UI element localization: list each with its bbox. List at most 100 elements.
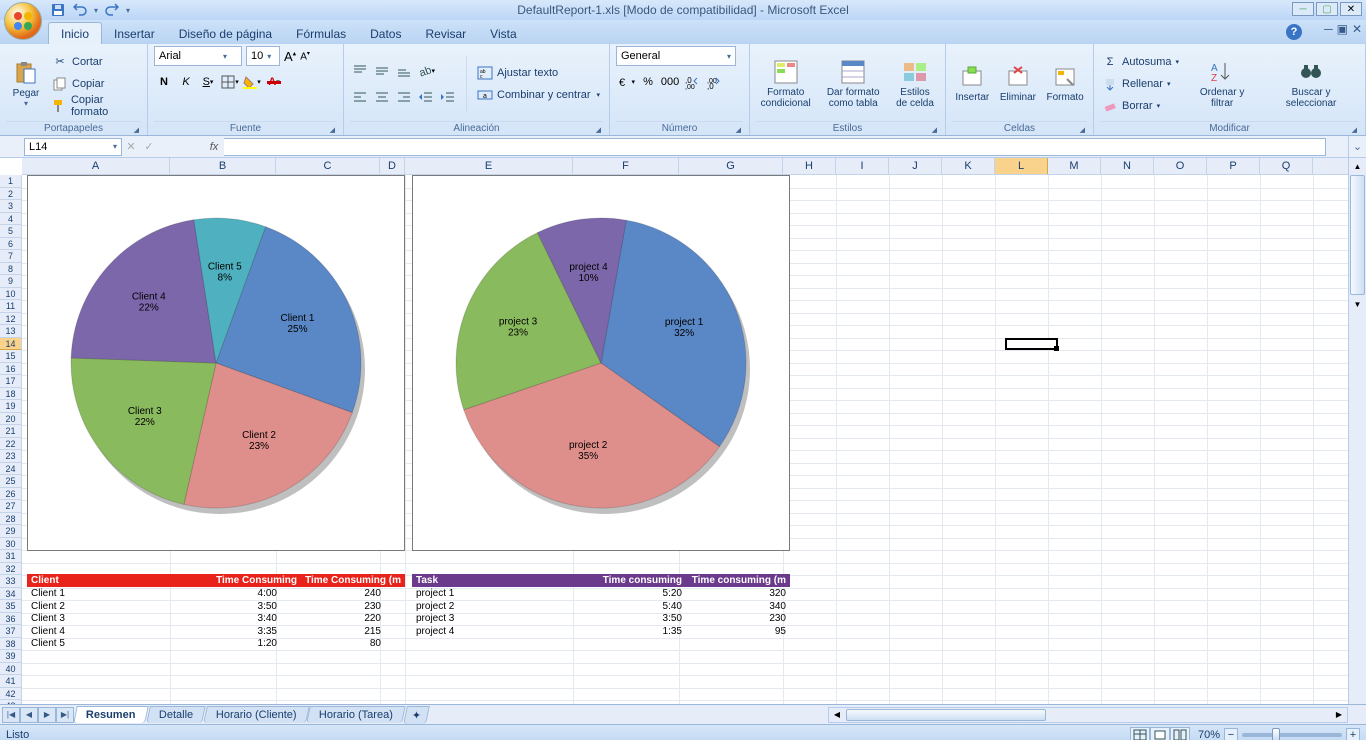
decrease-indent-icon[interactable] bbox=[416, 87, 436, 107]
bold-icon[interactable]: N bbox=[154, 72, 174, 92]
office-button[interactable] bbox=[4, 2, 42, 40]
row-header[interactable]: 7 bbox=[0, 250, 21, 263]
zoom-thumb[interactable] bbox=[1272, 728, 1280, 740]
row-header[interactable]: 3 bbox=[0, 200, 21, 213]
row-header[interactable]: 22 bbox=[0, 438, 21, 451]
format-painter-button[interactable]: Copiar formato bbox=[50, 96, 141, 116]
row-header[interactable]: 30 bbox=[0, 538, 21, 551]
column-header[interactable]: E bbox=[405, 158, 573, 174]
undo-icon[interactable] bbox=[72, 2, 88, 18]
increase-indent-icon[interactable] bbox=[438, 87, 458, 107]
fill-button[interactable]: Rellenar▾ bbox=[1100, 74, 1181, 94]
row-header[interactable]: 18 bbox=[0, 388, 21, 401]
row-header[interactable]: 41 bbox=[0, 675, 21, 688]
column-header[interactable]: O bbox=[1154, 158, 1207, 174]
row-header[interactable]: 6 bbox=[0, 238, 21, 251]
underline-icon[interactable]: S▾ bbox=[198, 72, 218, 92]
sheet-tab-horario-tarea[interactable]: Horario (Tarea) bbox=[307, 706, 407, 723]
conditional-format-button[interactable]: Formato condicional bbox=[756, 50, 815, 118]
align-top-icon[interactable] bbox=[350, 61, 370, 81]
sheet-tab-resumen[interactable]: Resumen bbox=[73, 706, 148, 723]
column-header[interactable]: Q bbox=[1260, 158, 1313, 174]
sort-filter-button[interactable]: AZOrdenar y filtrar bbox=[1185, 50, 1259, 118]
scroll-right-icon[interactable]: ▶ bbox=[1331, 708, 1347, 722]
row-header[interactable]: 11 bbox=[0, 300, 21, 313]
merge-center-button[interactable]: aCombinar y centrar▾ bbox=[475, 85, 602, 105]
zoom-in-button[interactable]: + bbox=[1346, 728, 1360, 740]
row-header[interactable]: 28 bbox=[0, 513, 21, 526]
scroll-down-icon[interactable]: ▼ bbox=[1349, 296, 1366, 312]
decrease-decimal-icon[interactable]: ,00,0 bbox=[704, 72, 724, 92]
horizontal-scrollbar[interactable]: ◀ ▶ bbox=[828, 707, 1348, 723]
row-header[interactable]: 1 bbox=[0, 175, 21, 188]
column-header[interactable]: F bbox=[573, 158, 679, 174]
column-header[interactable]: I bbox=[836, 158, 889, 174]
row-header[interactable]: 40 bbox=[0, 663, 21, 676]
row-header[interactable]: 37 bbox=[0, 625, 21, 638]
zoom-slider[interactable] bbox=[1242, 733, 1342, 737]
row-header[interactable]: 8 bbox=[0, 263, 21, 276]
row-header[interactable]: 10 bbox=[0, 288, 21, 301]
row-header[interactable]: 13 bbox=[0, 325, 21, 338]
column-header[interactable]: G bbox=[679, 158, 783, 174]
delete-button[interactable]: Eliminar bbox=[997, 50, 1040, 118]
row-header[interactable]: 29 bbox=[0, 525, 21, 538]
workbook-restore-icon[interactable]: ▣ bbox=[1337, 22, 1348, 36]
new-sheet-button[interactable]: ✦ bbox=[404, 706, 431, 724]
sheet-nav-prev-icon[interactable]: ◀ bbox=[20, 707, 38, 723]
close-button[interactable]: ✕ bbox=[1340, 2, 1362, 16]
chart-projects[interactable]: project 132%project 235%project 323%proj… bbox=[412, 175, 790, 551]
percent-icon[interactable]: % bbox=[638, 72, 658, 92]
column-header[interactable]: M bbox=[1048, 158, 1101, 174]
tab-revisar[interactable]: Revisar bbox=[413, 23, 478, 44]
copy-button[interactable]: Copiar bbox=[50, 74, 141, 94]
sheet-nav-last-icon[interactable]: ▶| bbox=[56, 707, 74, 723]
row-header[interactable]: 14 bbox=[0, 338, 21, 351]
wrap-text-button[interactable]: abcAjustar texto bbox=[475, 63, 602, 83]
workbook-close-icon[interactable]: ✕ bbox=[1352, 22, 1362, 36]
column-header[interactable]: B bbox=[170, 158, 276, 174]
column-header[interactable]: D bbox=[380, 158, 405, 174]
tab-datos[interactable]: Datos bbox=[358, 23, 413, 44]
format-button[interactable]: Formato bbox=[1043, 50, 1087, 118]
row-header[interactable]: 5 bbox=[0, 225, 21, 238]
view-pagebreak-icon[interactable] bbox=[1170, 727, 1190, 740]
align-bottom-icon[interactable] bbox=[394, 61, 414, 81]
increase-decimal-icon[interactable]: ,0,00 bbox=[682, 72, 702, 92]
fill-color-icon[interactable]: ▾ bbox=[242, 72, 262, 92]
fx-icon[interactable]: fx bbox=[204, 138, 224, 156]
vertical-scrollbar[interactable]: ▲ ▼ bbox=[1348, 158, 1366, 704]
find-select-button[interactable]: Buscar y seleccionar bbox=[1263, 50, 1359, 118]
font-size-select[interactable]: 10 bbox=[246, 46, 280, 66]
row-header[interactable]: 9 bbox=[0, 275, 21, 288]
hscroll-thumb[interactable] bbox=[846, 709, 1046, 721]
align-right-icon[interactable] bbox=[394, 87, 414, 107]
cancel-formula-icon[interactable]: ✕ bbox=[122, 140, 140, 153]
align-middle-icon[interactable] bbox=[372, 61, 392, 81]
row-header[interactable]: 31 bbox=[0, 550, 21, 563]
save-icon[interactable] bbox=[50, 2, 66, 18]
scroll-left-icon[interactable]: ◀ bbox=[829, 708, 845, 722]
column-header[interactable]: P bbox=[1207, 158, 1260, 174]
row-header[interactable]: 21 bbox=[0, 425, 21, 438]
tab-vista[interactable]: Vista bbox=[478, 23, 528, 44]
paste-button[interactable]: Pegar ▾ bbox=[6, 50, 46, 118]
row-header[interactable]: 12 bbox=[0, 313, 21, 326]
row-header[interactable]: 35 bbox=[0, 600, 21, 613]
font-name-select[interactable]: Arial bbox=[154, 46, 242, 66]
row-header[interactable]: 15 bbox=[0, 350, 21, 363]
row-header[interactable]: 16 bbox=[0, 363, 21, 376]
zoom-out-button[interactable]: − bbox=[1224, 728, 1238, 740]
row-header[interactable]: 34 bbox=[0, 588, 21, 601]
row-header[interactable]: 20 bbox=[0, 413, 21, 426]
sheet-tab-detalle[interactable]: Detalle bbox=[146, 706, 206, 723]
orientation-icon[interactable]: ab▾ bbox=[416, 61, 436, 81]
row-header[interactable]: 17 bbox=[0, 375, 21, 388]
undo-dropdown-icon[interactable]: ▾ bbox=[94, 6, 98, 15]
workbook-minimize-icon[interactable]: ─ bbox=[1324, 22, 1333, 36]
row-header[interactable]: 33 bbox=[0, 575, 21, 588]
row-header[interactable]: 2 bbox=[0, 188, 21, 201]
view-normal-icon[interactable] bbox=[1130, 727, 1150, 740]
currency-icon[interactable]: €▾ bbox=[616, 72, 636, 92]
column-header[interactable]: J bbox=[889, 158, 942, 174]
